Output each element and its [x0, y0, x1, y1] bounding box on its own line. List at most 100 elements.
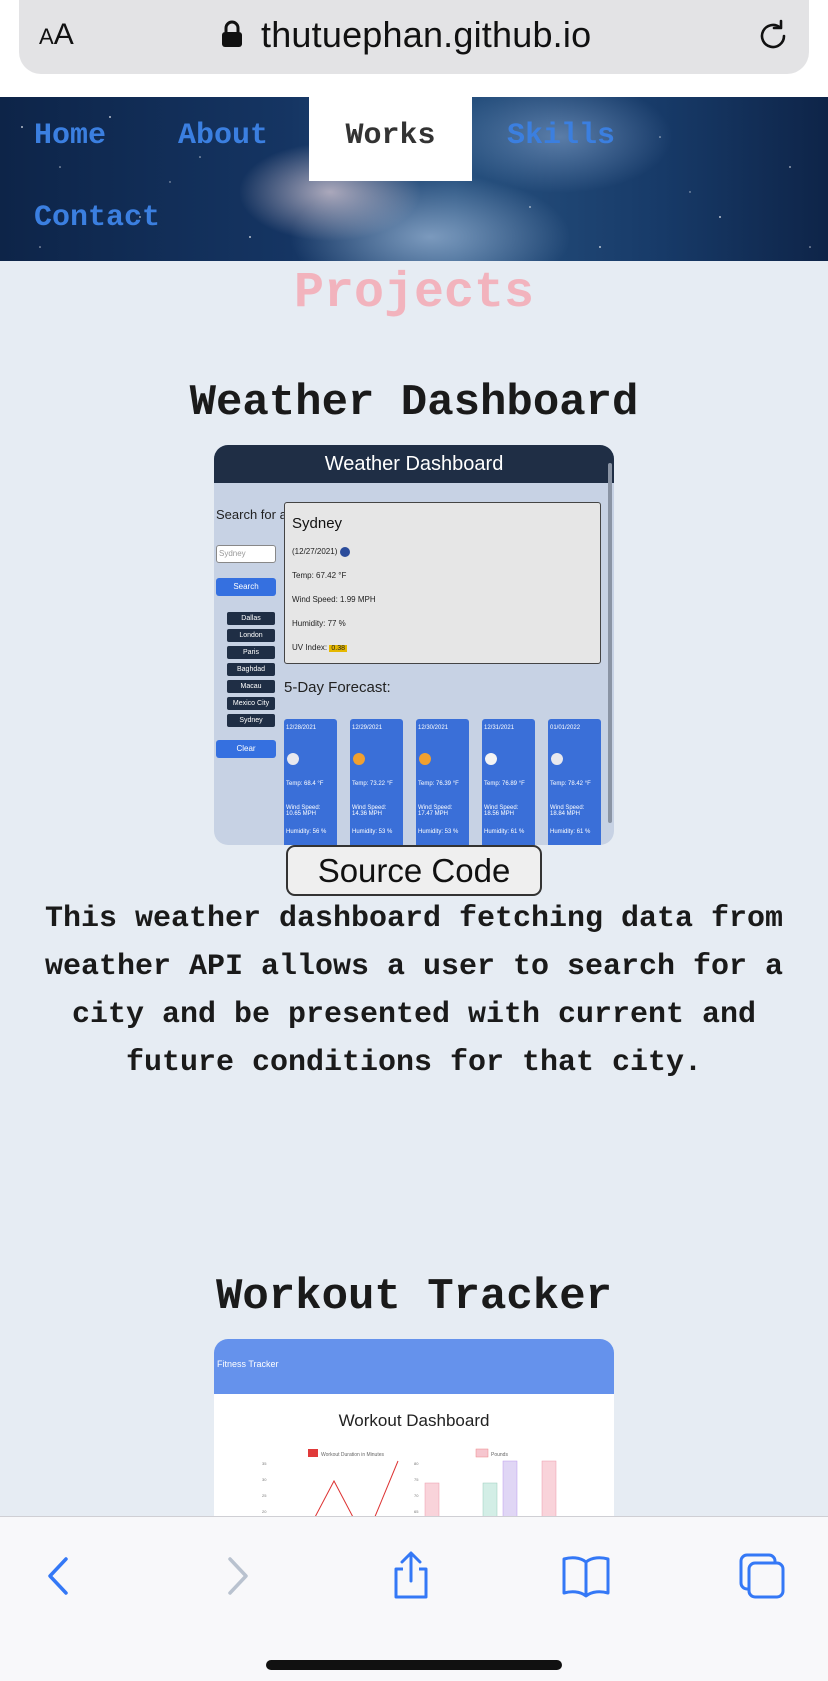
bookmarks-icon[interactable]	[561, 1551, 611, 1601]
site-navigation: Home About Works Skills Contact	[0, 97, 828, 261]
weather-icon	[485, 753, 497, 765]
screenshot-header-label: Fitness Tracker	[217, 1359, 279, 1369]
city-button: Mexico City	[227, 697, 275, 710]
address-bar[interactable]: AA thutuephan.github.io	[19, 0, 809, 74]
text-size-large-label: A	[53, 18, 74, 51]
y-tick-right: 70	[414, 1493, 419, 1498]
city-button: Dallas	[227, 612, 275, 625]
forecast-temp: Temp: 76.89 °F	[484, 781, 525, 787]
nav-works-label: Works	[345, 119, 436, 153]
nav-about[interactable]: About	[178, 119, 268, 153]
bar	[482, 1482, 498, 1519]
forecast-wind: Wind Speed: 18.56 MPH	[484, 805, 519, 817]
url-text[interactable]: thutuephan.github.io	[261, 14, 591, 56]
text-size-button[interactable]: AA	[39, 18, 74, 52]
current-temp: Temp: 67.42 °F	[292, 571, 347, 580]
project-title-workout: Workout Tracker	[215, 1272, 613, 1322]
current-humidity: Humidity: 77 %	[292, 619, 346, 628]
share-icon[interactable]	[386, 1551, 436, 1601]
lock-icon	[222, 20, 242, 47]
weather-icon	[339, 547, 350, 557]
y-tick-right: 75	[414, 1477, 419, 1482]
current-weather-panel: Sydney (12/27/2021) Temp: 67.42 °F Wind …	[284, 502, 601, 664]
uv-label: UV Index:	[292, 643, 328, 652]
forecast-temp: Temp: 76.39 °F	[418, 781, 459, 787]
reload-icon[interactable]	[755, 18, 791, 54]
y-tick-left: 35	[262, 1461, 267, 1466]
legend-bar-label: Pounds	[491, 1452, 508, 1458]
forecast-humidity: Humidity: 61 %	[484, 829, 525, 835]
text-size-small-label: A	[39, 24, 54, 49]
source-code-button[interactable]: Source Code	[286, 845, 542, 896]
forecast-date: 12/28/2021	[286, 725, 317, 731]
current-date: (12/27/2021)	[292, 547, 350, 557]
project-description: This weather dashboard fetching data fro…	[44, 902, 784, 1080]
y-tick-left: 20	[262, 1509, 267, 1514]
weather-icon	[353, 753, 365, 765]
forecast-humidity: Humidity: 53 %	[352, 829, 393, 835]
legend-line-label: Workout Duration in Minutes	[321, 1452, 384, 1458]
screenshot-header: Fitness Tracker	[214, 1339, 614, 1394]
weather-icon	[419, 753, 431, 765]
workout-tracker-screenshot: Fitness Tracker Workout Dashboard Workou…	[214, 1339, 614, 1519]
nav-contact[interactable]: Contact	[34, 201, 160, 235]
forecast-card: 12/29/2021 Temp: 73.22 °F Wind Speed: 14…	[350, 719, 403, 845]
forecast-wind: Wind Speed: 18.84 MPH	[550, 805, 585, 817]
line-series	[313, 1460, 399, 1519]
bar	[424, 1482, 440, 1519]
forecast-humidity: Humidity: 61 %	[550, 829, 591, 835]
current-city: Sydney	[292, 515, 343, 532]
forecast-wind: Wind Speed: 17.47 MPH	[418, 805, 453, 817]
forecast-card: 12/30/2021 Temp: 76.39 °F Wind Speed: 17…	[416, 719, 469, 845]
search-input: Sydney	[216, 545, 276, 563]
city-button: Baghdad	[227, 663, 275, 676]
forecast-temp: Temp: 78.42 °F	[550, 781, 591, 787]
y-tick-left: 30	[262, 1477, 267, 1482]
weather-icon	[287, 753, 299, 765]
tabs-icon[interactable]	[737, 1551, 787, 1601]
projects-heading: Projects	[293, 265, 535, 322]
forecast-heading: 5-Day Forecast:	[284, 679, 391, 696]
clear-button: Clear	[216, 740, 276, 758]
forecast-humidity: Humidity: 56 %	[286, 829, 327, 835]
forecast-card: 01/01/2022 Temp: 78.42 °F Wind Speed: 18…	[548, 719, 601, 845]
forecast-temp: Temp: 73.22 °F	[352, 781, 393, 787]
nav-skills[interactable]: Skills	[507, 119, 615, 153]
project-title-weather: Weather Dashboard	[189, 378, 639, 428]
screenshot-header: Weather Dashboard	[214, 445, 614, 483]
browser-top-bar: AA thutuephan.github.io	[0, 0, 828, 97]
forecast-date: 12/31/2021	[484, 725, 515, 731]
browser-toolbar	[0, 1516, 828, 1681]
search-button: Search	[216, 578, 276, 596]
weather-icon	[551, 753, 563, 765]
forecast-temp: Temp: 68.4 °F	[286, 781, 324, 787]
city-button: Macau	[227, 680, 275, 693]
home-indicator	[266, 1660, 562, 1670]
y-tick-right: 80	[414, 1461, 419, 1466]
forecast-card: 12/31/2021 Temp: 76.89 °F Wind Speed: 18…	[482, 719, 535, 845]
y-tick-left: 25	[262, 1493, 267, 1498]
current-wind: Wind Speed: 1.99 MPH	[292, 595, 376, 604]
current-date-text: (12/27/2021)	[292, 547, 338, 557]
screenshot-scrollbar	[608, 463, 612, 823]
forecast-wind: Wind Speed: 10.65 MPH	[286, 805, 321, 817]
back-icon[interactable]	[34, 1551, 84, 1601]
forecast-date: 01/01/2022	[550, 725, 581, 731]
current-uv: UV Index: 0.38	[292, 643, 347, 652]
legend-swatch-bar	[475, 1448, 489, 1458]
forecast-date: 12/29/2021	[352, 725, 383, 731]
uv-badge: 0.38	[329, 645, 347, 652]
bar	[541, 1460, 557, 1519]
forward-icon[interactable]	[212, 1551, 262, 1601]
bar	[502, 1460, 518, 1519]
city-button: Paris	[227, 646, 275, 659]
weather-dashboard-screenshot: Weather Dashboard Search for a City: Syd…	[214, 445, 614, 845]
screenshot-title: Workout Dashboard	[338, 1411, 490, 1430]
mini-charts: Workout Duration in Minutes Pounds 35 30…	[262, 1448, 557, 1519]
forecast-wind: Wind Speed: 14.36 MPH	[352, 805, 387, 817]
nav-works[interactable]: Works	[309, 97, 472, 181]
nav-home[interactable]: Home	[34, 119, 106, 153]
y-tick-right: 65	[414, 1509, 419, 1514]
city-button: Sydney	[227, 714, 275, 727]
legend-swatch-line	[308, 1449, 318, 1457]
